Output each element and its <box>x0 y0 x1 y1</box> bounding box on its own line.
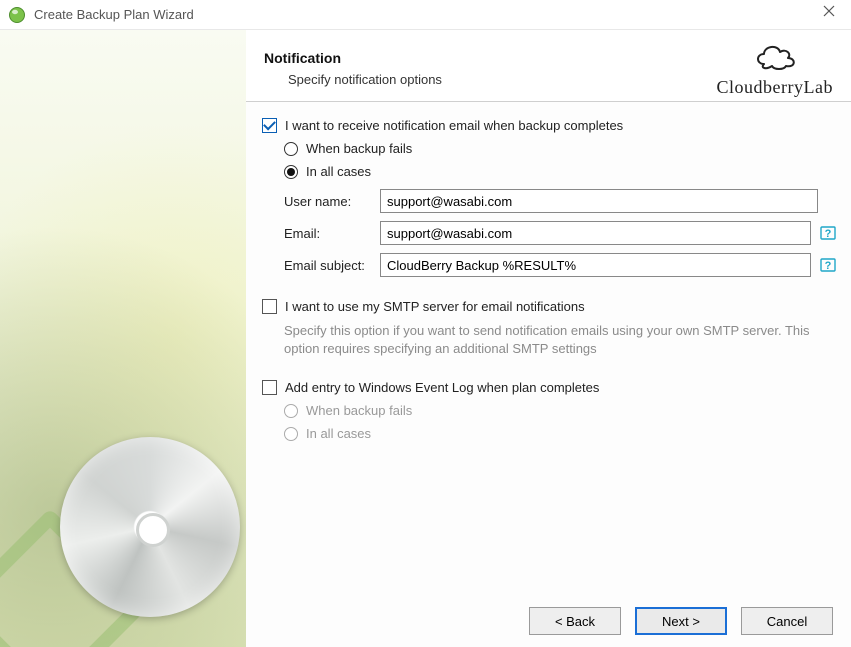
eventlog-radio-fails <box>284 404 298 418</box>
wizard-content: I want to receive notification email whe… <box>246 101 851 595</box>
email-label: Email: <box>284 226 380 241</box>
window-title: Create Backup Plan Wizard <box>34 7 194 22</box>
subject-help-icon[interactable]: ? <box>819 256 837 274</box>
eventlog-radio-fails-row: When backup fails <box>284 403 837 418</box>
smtp-label: I want to use my SMTP server for email n… <box>285 299 585 314</box>
brand-name: CloudberryLab <box>717 77 833 97</box>
svg-text:?: ? <box>825 260 832 272</box>
eventlog-label: Add entry to Windows Event Log when plan… <box>285 380 599 395</box>
username-input[interactable] <box>380 189 818 213</box>
email-help-icon[interactable]: ? <box>819 224 837 242</box>
smtp-description: Specify this option if you want to send … <box>284 322 824 358</box>
subject-label: Email subject: <box>284 258 380 273</box>
eventlog-row[interactable]: Add entry to Windows Event Log when plan… <box>262 380 837 395</box>
radio-when-fails-label: When backup fails <box>306 141 412 156</box>
email-input[interactable] <box>380 221 811 245</box>
close-icon[interactable] <box>817 4 841 22</box>
notify-email-row[interactable]: I want to receive notification email whe… <box>262 118 837 133</box>
notify-email-label: I want to receive notification email whe… <box>285 118 623 133</box>
radio-when-fails[interactable] <box>284 142 298 156</box>
subject-input[interactable] <box>380 253 811 277</box>
eventlog-radio-fails-label: When backup fails <box>306 403 412 418</box>
radio-all-cases-row[interactable]: In all cases <box>284 164 837 179</box>
titlebar: Create Backup Plan Wizard <box>0 0 851 30</box>
radio-when-fails-row[interactable]: When backup fails <box>284 141 837 156</box>
radio-all-cases[interactable] <box>284 165 298 179</box>
notify-email-checkbox[interactable] <box>262 118 277 133</box>
radio-all-cases-label: In all cases <box>306 164 371 179</box>
smtp-row[interactable]: I want to use my SMTP server for email n… <box>262 299 837 314</box>
smtp-checkbox[interactable] <box>262 299 277 314</box>
disc-graphic <box>60 437 240 617</box>
wizard-header: Notification Specify notification option… <box>246 30 851 101</box>
eventlog-radio-all <box>284 427 298 441</box>
app-icon <box>8 6 26 24</box>
back-button[interactable]: < Back <box>529 607 621 635</box>
wizard-sidebar <box>0 30 246 647</box>
eventlog-checkbox[interactable] <box>262 380 277 395</box>
eventlog-radio-all-label: In all cases <box>306 426 371 441</box>
cloud-icon <box>717 40 833 75</box>
next-button[interactable]: Next > <box>635 607 727 635</box>
cancel-button[interactable]: Cancel <box>741 607 833 635</box>
svg-text:?: ? <box>825 228 832 240</box>
eventlog-radio-all-row: In all cases <box>284 426 837 441</box>
username-label: User name: <box>284 194 380 209</box>
brand-logo: CloudberryLab <box>717 40 833 98</box>
wizard-button-bar: < Back Next > Cancel <box>246 595 851 647</box>
